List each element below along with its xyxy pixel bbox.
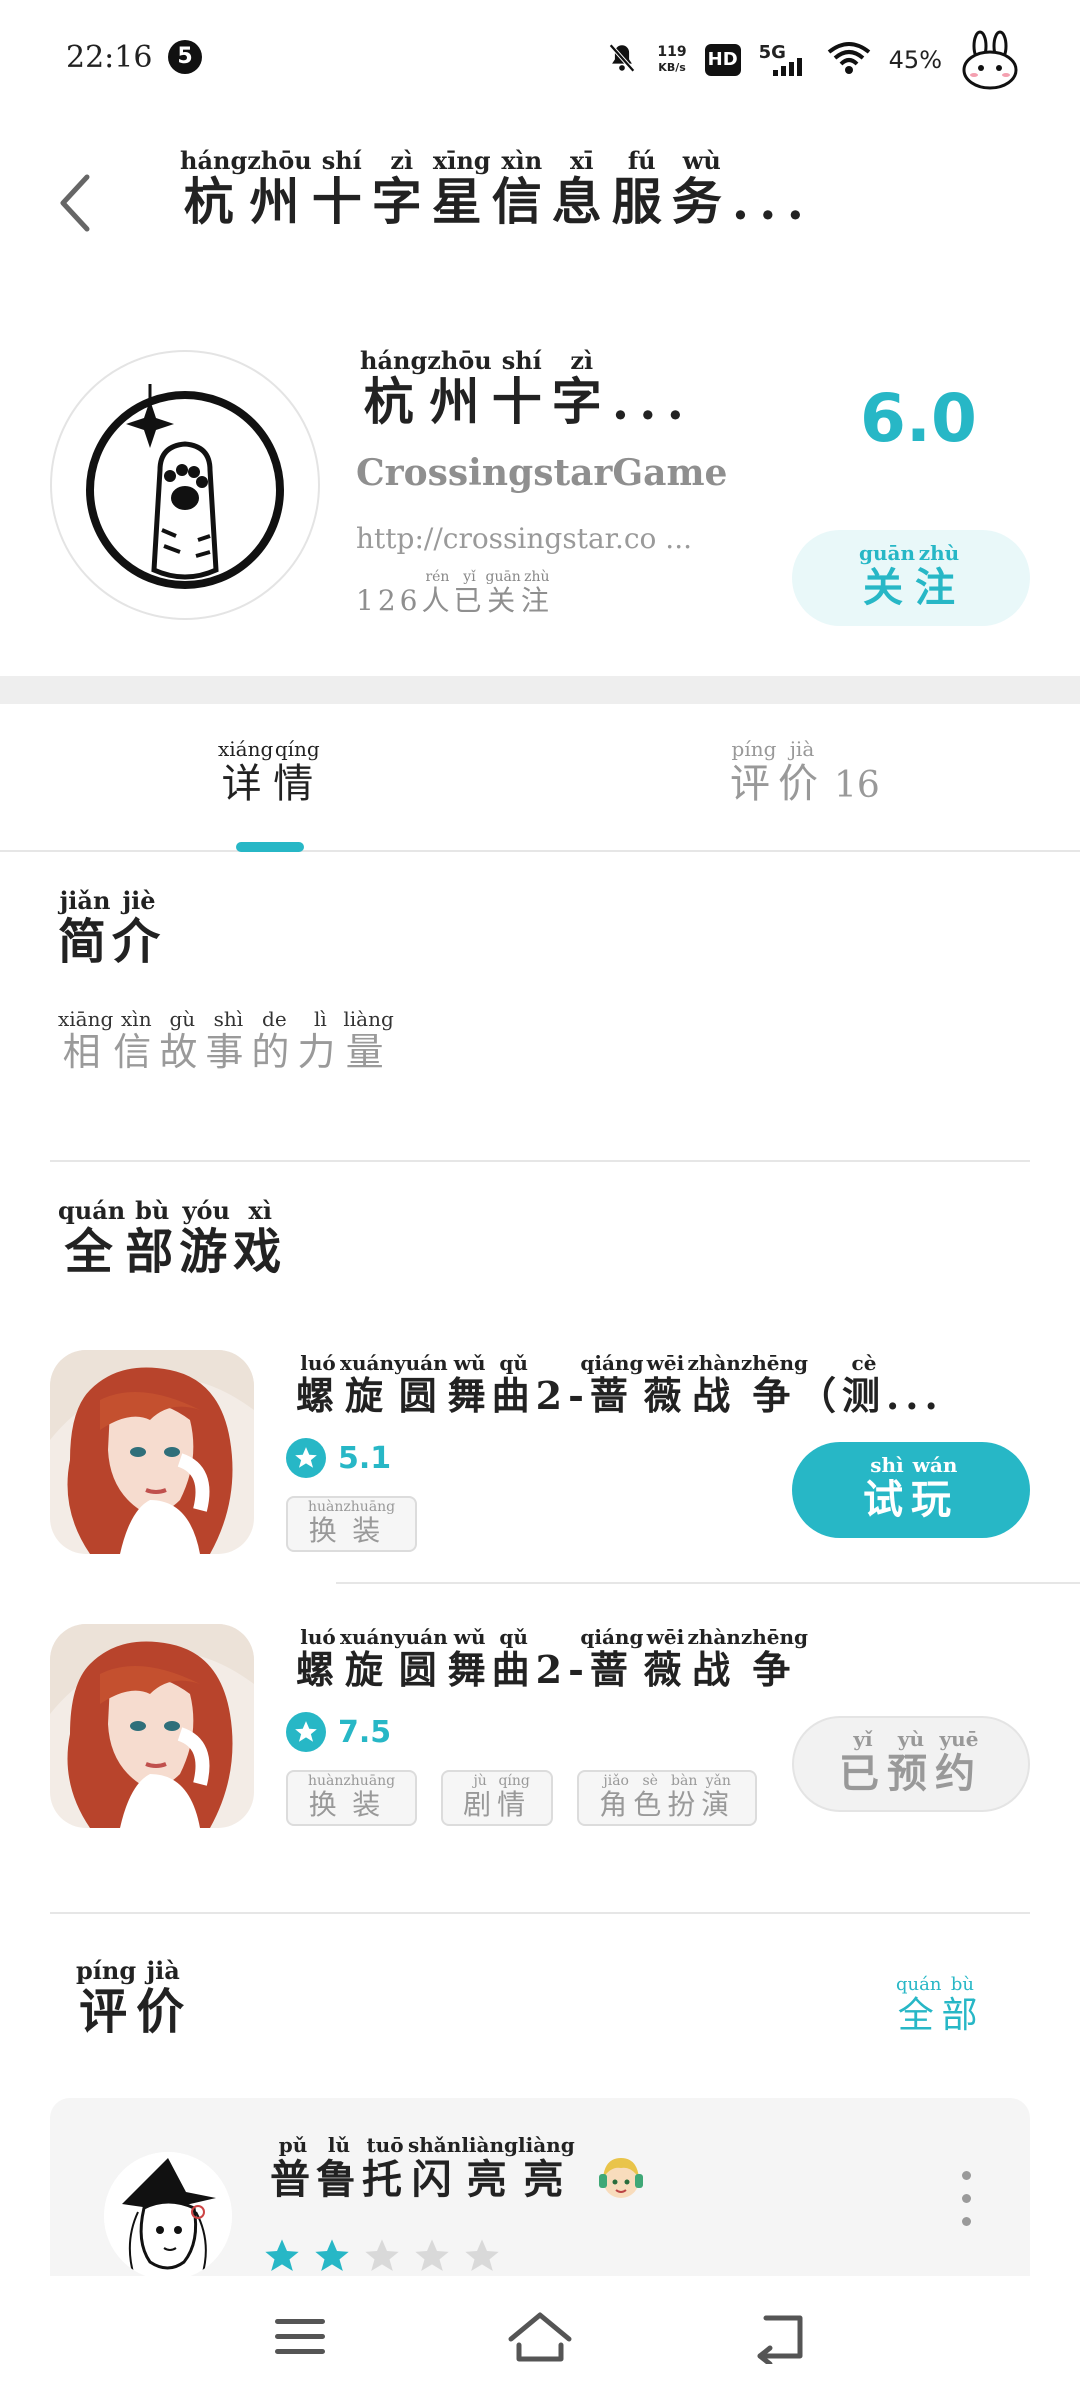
all-games-heading: 全quán部bù游yóu戏xì <box>58 1196 288 1280</box>
game-cover-image[interactable] <box>50 1350 254 1554</box>
game-title-text: 螺luó旋xuán圆yuán舞wǔ曲qǔ2-蔷qiáng薇wēi战zhàn争zh… <box>296 1351 887 1418</box>
hd-icon: HD <box>704 44 741 76</box>
network-speed-value: 119 <box>657 44 687 60</box>
star-icon <box>286 1438 326 1478</box>
battery-level: 45% <box>888 46 942 74</box>
notification-badge: 5 <box>168 40 202 74</box>
followers-number: 126 <box>356 584 422 617</box>
page-title: 杭háng州zhōu十shí字zì星xīng信xìn息xī服fú务wù... <box>180 146 814 234</box>
network-speed-unit: KB/s <box>658 61 686 74</box>
reviewer-name[interactable]: 普pǔ鲁lǔ托tuō闪shǎn亮liàng亮liàng <box>270 2133 647 2214</box>
game-tag[interactable]: 剧jù 情qíng <box>441 1770 554 1826</box>
bunny-battery-icon <box>960 30 1020 90</box>
star-empty-icon <box>415 2239 449 2271</box>
network-speed: 119 KB/s <box>657 44 686 76</box>
game-tags: 换huàn 装zhuāng 剧jù 情qíng 角jiǎo 色sè 扮bàn 演yǎn <box>286 1770 758 1826</box>
tab-reviews[interactable]: 评píng价jià16 <box>730 737 880 809</box>
tab-reviews-count: 16 <box>834 765 880 806</box>
tab-active-indicator <box>236 842 304 852</box>
tab-details-label: 详xiáng情qíng <box>218 737 322 807</box>
game-rating-value: 5.1 <box>338 1440 392 1476</box>
game-title[interactable]: 螺luó旋xuán圆yuán舞wǔ曲qǔ2-蔷qiáng薇wēi战zhàn争zh… <box>296 1351 944 1420</box>
developer-name-ellipsis: ... <box>611 372 694 431</box>
game-tags: 换huàn 装zhuāng <box>286 1496 418 1552</box>
divider <box>50 1160 1030 1162</box>
divider <box>50 1912 1030 1914</box>
developer-name: 杭háng州zhōu十shí字zì... <box>360 346 694 434</box>
view-all-reviews-link[interactable]: 全quán部bù <box>896 1974 983 2038</box>
developer-card: 杭háng州zhōu十shí字zì... CrossingstarGame ht… <box>0 330 1080 670</box>
star-filled-icon <box>315 2239 349 2271</box>
app-header: 杭háng州zhōu十shí字zì星xīng信xìn息xī服fú务wù... <box>0 140 1080 270</box>
status-icons: 119 KB/s HD 5G 45% <box>605 30 1020 90</box>
intro-heading: 简jiǎn介jiè <box>58 886 167 970</box>
star-icon <box>286 1712 326 1752</box>
page-title-text: 杭háng州zhōu十shí字zì星xīng信xìn息xī服fú务wù <box>180 146 732 231</box>
back-button[interactable] <box>50 170 100 240</box>
green-hair-character-icon <box>595 2152 647 2214</box>
home-icon[interactable] <box>500 2302 580 2372</box>
paw-star-logo-icon <box>86 384 284 589</box>
followers-count: 126人rén已yǐ关guān注zhù <box>356 569 553 619</box>
review-card[interactable]: 普pǔ鲁lǔ托tuō闪shǎn亮liàng亮liàng <box>50 2098 1030 2276</box>
reviewer-name-text: 普pǔ鲁lǔ托tuō闪shǎn亮liàng亮liàng <box>270 2133 575 2203</box>
section-divider <box>0 676 1080 704</box>
star-empty-icon <box>365 2239 399 2271</box>
review-stars <box>262 2236 502 2276</box>
follow-button[interactable]: 关guān 注zhù <box>792 530 1030 626</box>
game-title[interactable]: 螺luó旋xuán圆yuán舞wǔ曲qǔ2-蔷qiáng薇wēi战zhàn争zh… <box>296 1625 808 1694</box>
game-rating-value: 7.5 <box>338 1714 392 1750</box>
mute-icon <box>605 41 639 79</box>
game-cover-image[interactable] <box>50 1624 254 1828</box>
game-rating: 5.1 <box>286 1438 391 1478</box>
star-filled-icon <box>265 2239 299 2271</box>
developer-avatar[interactable] <box>50 350 320 620</box>
status-time: 22:16 <box>66 40 153 75</box>
game-title-ellipsis: ... <box>886 1373 944 1418</box>
back-icon[interactable] <box>740 2302 820 2372</box>
status-bar: 22:16 5 119 KB/s HD 5G 45% <box>0 0 1080 120</box>
tab-details[interactable]: 详xiáng情qíng <box>218 737 322 809</box>
game-item[interactable]: 螺luó旋xuán圆yuán舞wǔ曲qǔ2-蔷qiáng薇wēi战zhàn争zh… <box>50 1350 1080 1584</box>
game-tag[interactable]: 换huàn 装zhuāng <box>286 1496 418 1552</box>
wifi-icon <box>827 40 871 80</box>
reserved-button[interactable]: 已yǐ 预yù 约yuē <box>792 1716 1030 1812</box>
game-title-text: 螺luó旋xuán圆yuán舞wǔ曲qǔ2-蔷qiáng薇wēi战zhàn争zh… <box>296 1625 808 1692</box>
signal-icon: 5G <box>759 42 809 78</box>
game-rating: 7.5 <box>286 1712 391 1752</box>
developer-name-text: 杭háng州zhōu十shí字zì <box>360 346 612 431</box>
developer-english-name: CrossingstarGame <box>356 452 728 494</box>
game-tag[interactable]: 换huàn 装zhuāng <box>286 1770 418 1826</box>
game-item[interactable]: 螺luó旋xuán圆yuán舞wǔ曲qǔ2-蔷qiáng薇wēi战zhàn争zh… <box>50 1624 1030 1844</box>
row-divider <box>336 1582 1080 1584</box>
star-empty-icon <box>465 2239 499 2271</box>
system-nav-bar <box>0 2276 1080 2400</box>
reviewer-avatar[interactable] <box>104 2152 232 2276</box>
followers-label: 人rén已yǐ关guān注zhù <box>421 569 553 617</box>
menu-icon[interactable] <box>260 2302 340 2372</box>
game-tag[interactable]: 角jiǎo 色sè 扮bàn 演yǎn <box>577 1770 758 1826</box>
intro-text: 相xiāng信xìn故gù事shì的de力lì量liàng <box>58 1007 394 1074</box>
page-title-ellipsis: ... <box>731 172 814 231</box>
reviews-heading: 评píng价jià <box>76 1956 191 2040</box>
developer-url[interactable]: http://crossingstar.co ... <box>356 522 692 555</box>
try-play-button[interactable]: 试shì 玩wán <box>792 1442 1030 1538</box>
tab-reviews-label: 评píng价jià <box>730 737 826 807</box>
more-vertical-icon[interactable] <box>946 2168 986 2228</box>
chevron-left-icon <box>57 173 93 237</box>
tab-bar: 详xiáng情qíng 评píng价jià16 <box>0 704 1080 852</box>
developer-score: 6.0 <box>860 380 977 457</box>
